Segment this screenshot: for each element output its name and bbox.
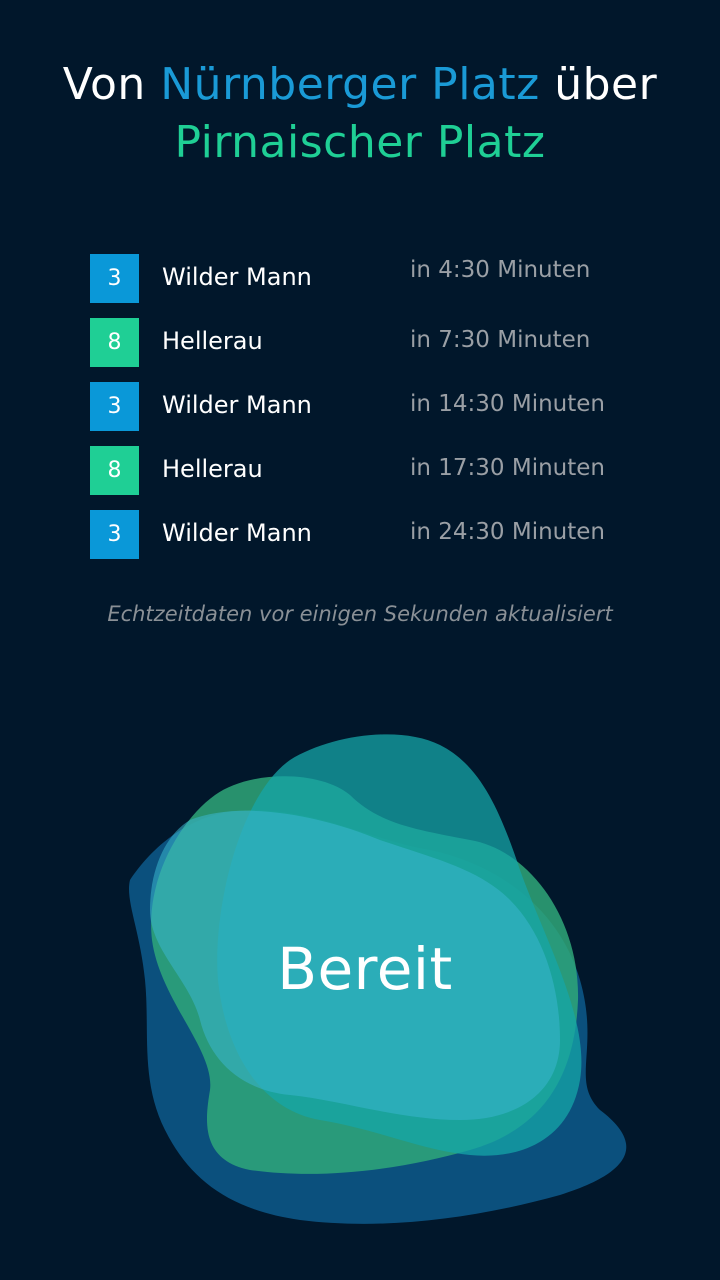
via-stop: Pirnaischer Platz bbox=[174, 117, 546, 168]
departure-row: 8 Hellerau in 7:30 Minuten bbox=[90, 318, 650, 368]
route-title: Von Nürnberger Platz über Pirnaischer Pl… bbox=[0, 56, 720, 172]
destination-label: Hellerau bbox=[162, 327, 263, 355]
line-badge: 8 bbox=[90, 318, 139, 367]
line-badge: 3 bbox=[90, 254, 139, 303]
departure-row: 3 Wilder Mann in 24:30 Minuten bbox=[90, 510, 650, 560]
voice-status-label: Bereit bbox=[277, 935, 453, 1003]
title-middle: über bbox=[554, 59, 658, 110]
destination-label: Hellerau bbox=[162, 455, 263, 483]
departure-row: 8 Hellerau in 17:30 Minuten bbox=[90, 446, 650, 496]
departure-row: 3 Wilder Mann in 4:30 Minuten bbox=[90, 254, 650, 304]
eta-label: in 17:30 Minuten bbox=[410, 455, 606, 481]
eta-label: in 24:30 Minuten bbox=[410, 519, 606, 545]
line-badge: 3 bbox=[90, 382, 139, 431]
realtime-status: Echtzeitdaten vor einigen Sekunden aktua… bbox=[107, 602, 613, 626]
line-badge: 8 bbox=[90, 446, 139, 495]
eta-label: in 7:30 Minuten bbox=[410, 327, 591, 353]
departure-list: 3 Wilder Mann in 4:30 Minuten 8 Hellerau… bbox=[90, 254, 650, 574]
origin-stop: Nürnberger Platz bbox=[160, 59, 540, 110]
screen: Von Nürnberger Platz über Pirnaischer Pl… bbox=[0, 0, 720, 1280]
eta-label: in 14:30 Minuten bbox=[410, 391, 606, 417]
destination-label: Wilder Mann bbox=[162, 391, 312, 419]
departure-row: 3 Wilder Mann in 14:30 Minuten bbox=[90, 382, 650, 432]
eta-label: in 4:30 Minuten bbox=[410, 257, 591, 283]
line-badge: 3 bbox=[90, 510, 139, 559]
title-prefix: Von bbox=[62, 59, 146, 110]
destination-label: Wilder Mann bbox=[162, 519, 312, 547]
destination-label: Wilder Mann bbox=[162, 263, 312, 291]
